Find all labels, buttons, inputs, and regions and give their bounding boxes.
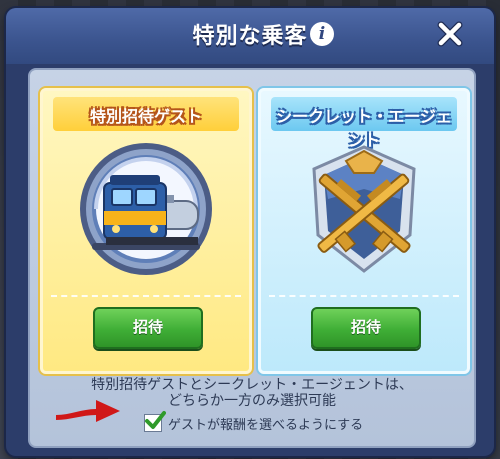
invite-button[interactable]: 招待 [93, 307, 203, 349]
guest-reward-label: ゲストが報酬を選べるようにする [168, 418, 364, 433]
crossed-rifles-badge-icon [312, 145, 416, 273]
dialog-title-bar: 特別な乗客 i [6, 8, 494, 64]
card-divider [269, 295, 459, 297]
card-divider [51, 295, 241, 297]
dialog-title: 特別な乗客 [192, 24, 308, 49]
card-header: 特別招待ゲスト [53, 97, 239, 131]
train-badge-icon [80, 143, 212, 275]
close-icon[interactable] [436, 20, 464, 48]
secret-agent-card[interactable]: シークレット・エージェント 招待 [258, 88, 470, 374]
checkmark-icon [145, 411, 166, 429]
guest-reward-checkbox[interactable] [144, 411, 166, 432]
special-guest-card[interactable]: 特別招待ゲスト 招待 [40, 88, 252, 374]
card-title: 特別招待ゲスト [89, 107, 202, 126]
special-passenger-dialog: 特別な乗客 i 特別招待ゲスト 招待 シークレット・エージェント 招待 特別招待… [6, 8, 494, 456]
card-header: シークレット・エージェント [271, 97, 457, 150]
selection-panel: 特別招待ゲスト 招待 シークレット・エージェント 招待 特別招待ゲストとシークレ… [28, 68, 476, 448]
note-line-1: 特別招待ゲストとシークレット・エージェントは、 [91, 377, 413, 393]
info-icon[interactable]: i [310, 22, 334, 46]
invite-button[interactable]: 招待 [311, 307, 421, 349]
red-arrow-icon [56, 400, 120, 422]
